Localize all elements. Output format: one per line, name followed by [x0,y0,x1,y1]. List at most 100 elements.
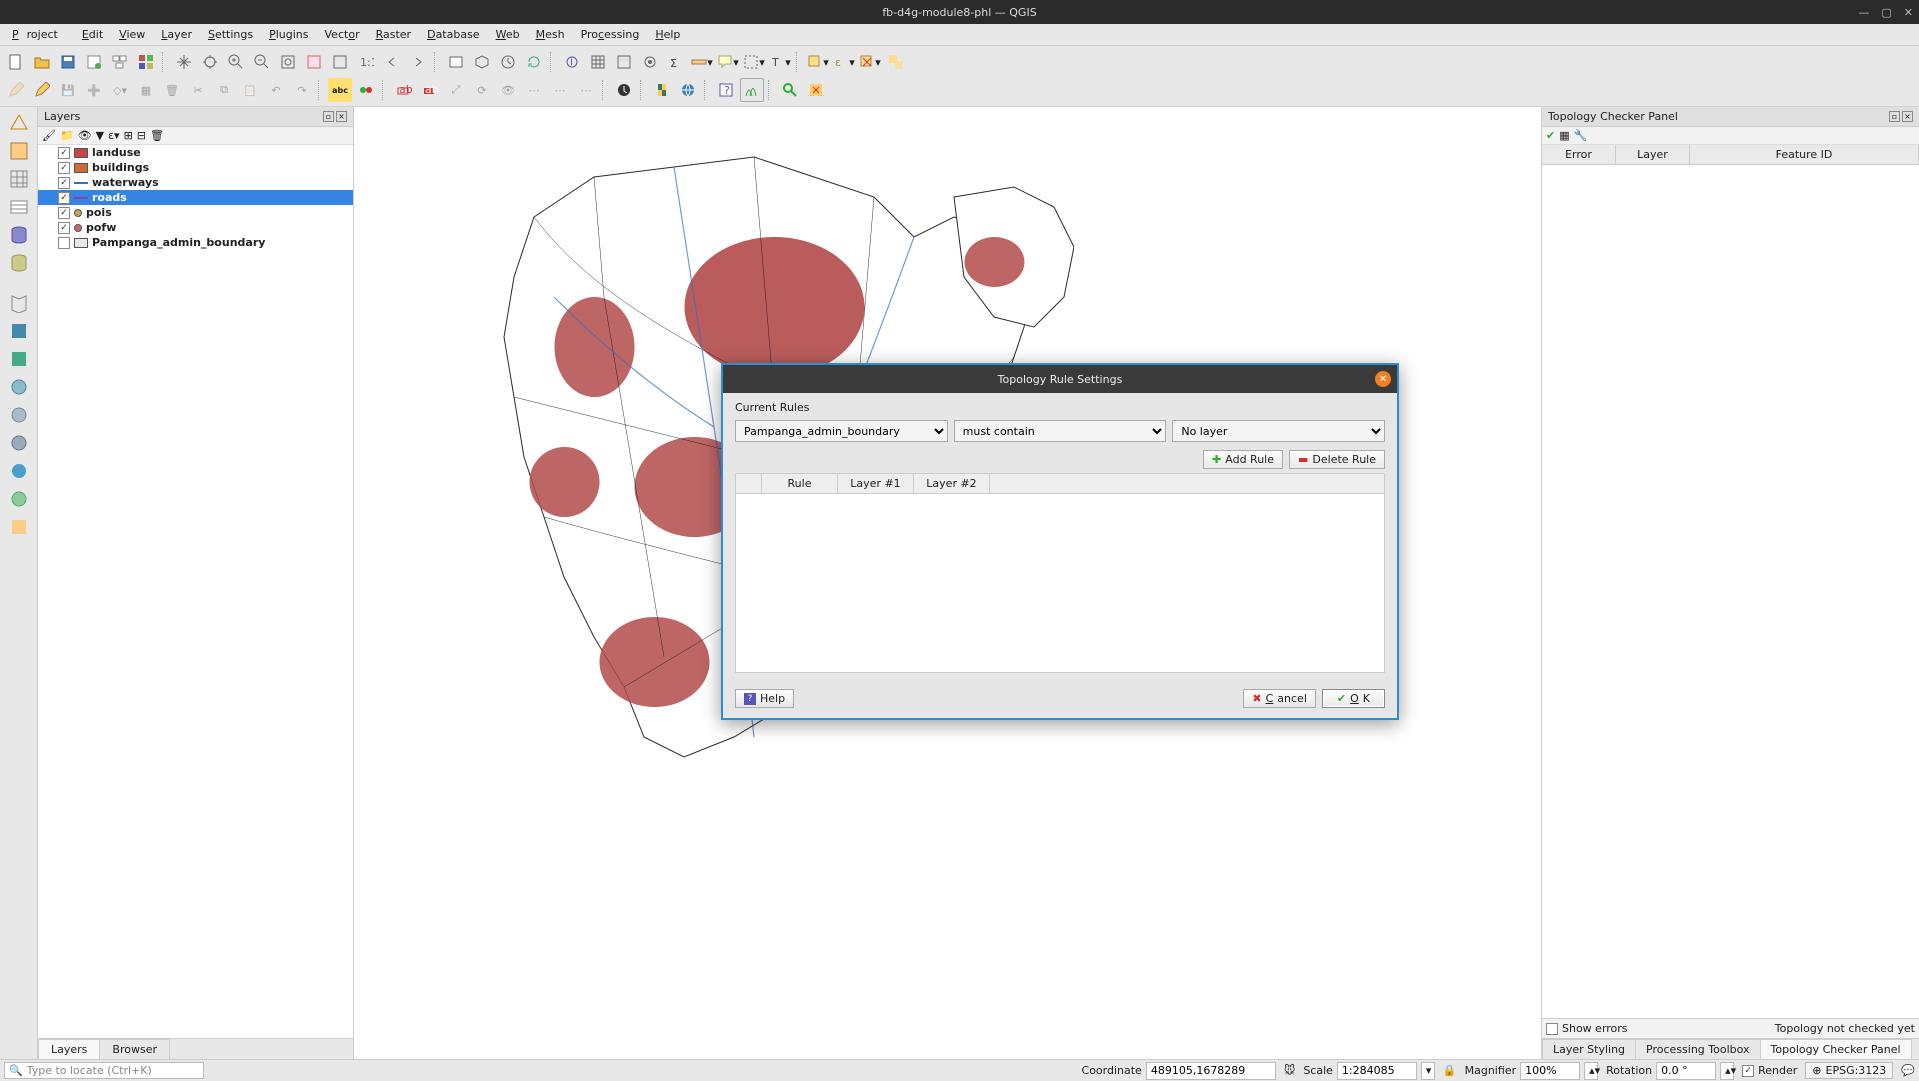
processing-toolbox-icon[interactable] [638,50,662,74]
osm-download-icon[interactable] [612,78,636,102]
panel-undock-icon[interactable]: ▫ [323,111,334,122]
menu-web[interactable]: Web [488,26,528,43]
add-mesh-icon[interactable] [7,167,31,191]
panel-close-icon[interactable]: × [1902,111,1913,122]
pan-icon[interactable] [172,50,196,74]
zoom-in-icon[interactable] [224,50,248,74]
add-wcs-icon[interactable] [7,431,31,455]
checkbox-icon[interactable]: ✓ [58,162,70,174]
tab-layers[interactable]: Layers [38,1039,100,1059]
label-options-icon[interactable] [354,78,378,102]
style-manager-icon[interactable] [134,50,158,74]
identify-icon[interactable]: i [560,50,584,74]
validate-extent-icon[interactable]: ▦ [1559,129,1569,142]
label-abc-icon[interactable]: abc [328,78,352,102]
add-group-icon[interactable]: 📁 [60,129,74,142]
menu-database[interactable]: Database [419,26,488,43]
measure-icon[interactable]: ▾ [690,50,714,74]
ok-button[interactable]: ✔OK [1322,689,1385,708]
menu-processing[interactable]: Processing [573,26,648,43]
select-location-icon[interactable] [884,50,908,74]
scale-input[interactable] [1337,1062,1417,1080]
tab-layer-styling[interactable]: Layer Styling [1542,1039,1636,1059]
help-button[interactable]: ?Help [735,689,794,708]
tab-topology-checker[interactable]: Topology Checker Panel [1760,1039,1912,1059]
dialog-close-icon[interactable]: ✕ [1375,371,1391,387]
deselect-all-icon[interactable]: ▾ [858,50,882,74]
render-checkbox[interactable]: ✓Render [1742,1064,1797,1077]
zoom-last-icon[interactable] [380,50,404,74]
menu-vector[interactable]: Vector [317,26,368,43]
map-tips-icon[interactable]: ▾ [716,50,740,74]
zoom-next-icon[interactable] [406,50,430,74]
layer-row[interactable]: ✓buildings [38,160,353,175]
collapse-all-icon[interactable]: ⊟ [137,129,146,142]
stats-summary-icon[interactable]: Σ [664,50,688,74]
messages-icon[interactable]: 💬 [1901,1064,1915,1077]
maximize-icon[interactable]: ▢ [1881,6,1891,19]
delete-rule-button[interactable]: ▬Delete Rule [1289,450,1385,469]
open-attr-table-icon[interactable] [586,50,610,74]
lock-scale-icon[interactable]: 🔒 [1443,1064,1457,1077]
menu-help[interactable]: Help [647,26,688,43]
metasearch-icon[interactable] [676,78,700,102]
topology-settings-icon[interactable]: 🔧 [1574,129,1588,142]
add-wfs-icon[interactable] [7,403,31,427]
add-xyz-icon[interactable] [7,459,31,483]
zoom-to-selection-icon[interactable] [302,50,326,74]
minimize-icon[interactable]: — [1858,6,1869,19]
layout-manager-icon[interactable] [108,50,132,74]
scale-dropdown-icon[interactable]: ▾ [1421,1062,1435,1080]
menu-raster[interactable]: Raster [368,26,419,43]
select-features-icon[interactable]: ▾ [806,50,830,74]
layer-row[interactable]: Pampanga_admin_boundary [38,235,353,250]
zoom-full-icon[interactable] [276,50,300,74]
label-tool-icon[interactable]: abc [418,78,442,102]
python-console-icon[interactable] [650,78,674,102]
zoom-to-layer-icon[interactable] [328,50,352,74]
rules-table[interactable]: Rule Layer #1 Layer #2 [735,473,1385,673]
checkbox-icon[interactable] [58,237,70,249]
label-pin-icon[interactable]: abc [392,78,416,102]
new-virtual-icon[interactable] [7,347,31,371]
layer-row[interactable]: ✓roads [38,190,353,205]
add-wms-icon[interactable] [7,375,31,399]
checkbox-icon[interactable]: ✓ [58,222,70,234]
zoom-out-icon[interactable] [250,50,274,74]
select-by-expr-icon[interactable]: ε▾ [832,50,856,74]
checkbox-icon[interactable]: ✓ [58,177,70,189]
new-3d-view-icon[interactable] [470,50,494,74]
refresh-icon[interactable] [522,50,546,74]
new-print-layout-icon[interactable] [82,50,106,74]
cancel-button[interactable]: ✖Cancel [1243,689,1316,708]
rotation-stepper-icon[interactable]: ▴▾ [1720,1062,1734,1080]
close-icon[interactable]: ✕ [1904,6,1913,19]
dialog-titlebar[interactable]: Topology Rule Settings ✕ [723,365,1397,393]
checkbox-icon[interactable]: ✓ [58,207,70,219]
deselect-icon[interactable]: ▾ [742,50,766,74]
menu-view[interactable]: View [111,26,153,43]
pan-to-selection-icon[interactable] [198,50,222,74]
layer-row[interactable]: ✓pois [38,205,353,220]
crs-button[interactable]: ⊕EPSG:3123 [1805,1062,1893,1079]
magnifier-input[interactable] [1520,1062,1580,1080]
filter-expr-icon[interactable]: ε▾ [108,129,119,142]
menu-edit[interactable]: Edit [74,26,111,43]
add-vector-icon[interactable] [7,111,31,135]
add-delimited-icon[interactable] [7,195,31,219]
checkbox-icon[interactable]: ✓ [58,192,70,204]
layers-list[interactable]: ✓landuse✓buildings✓waterways✓roads✓pois✓… [38,145,353,1038]
layer-row[interactable]: ✓pofw [38,220,353,235]
quickosm-icon[interactable] [778,78,802,102]
menu-mesh[interactable]: Mesh [528,26,573,43]
topology-results-list[interactable] [1542,165,1919,1018]
expand-all-icon[interactable]: ⊞ [124,129,133,142]
save-project-icon[interactable] [56,50,80,74]
add-postgis-icon[interactable] [7,223,31,247]
new-map-view-icon[interactable] [444,50,468,74]
zoom-native-icon[interactable]: 1:1 [354,50,378,74]
menu-plugins[interactable]: Plugins [261,26,316,43]
add-spatialite-icon[interactable] [7,251,31,275]
new-project-icon[interactable] [4,50,28,74]
menu-layer[interactable]: Layer [153,26,200,43]
